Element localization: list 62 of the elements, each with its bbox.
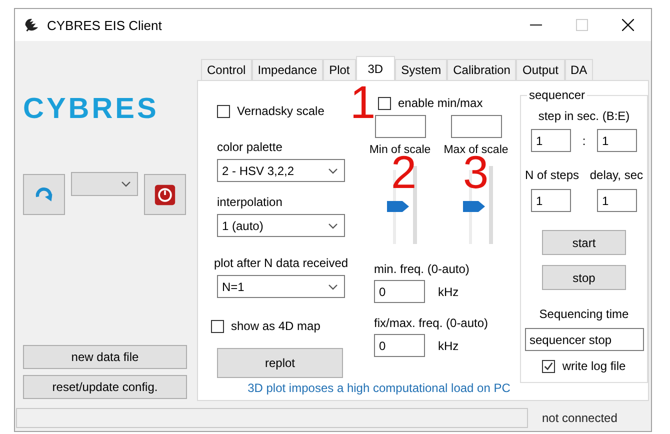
sequence-button[interactable]: stop <box>542 265 626 290</box>
annotation-number: 1 <box>350 79 376 125</box>
chevron-down-icon <box>328 168 338 174</box>
tab[interactable]: Plot <box>323 59 356 80</box>
tab[interactable]: Impedance <box>252 59 324 80</box>
tab[interactable]: Control <box>201 59 252 80</box>
tab[interactable]: Output <box>516 59 565 80</box>
checkbox-label: show as 4D map <box>231 319 320 333</box>
field-label: interpolation <box>217 195 284 209</box>
action-button[interactable]: new data file <box>23 345 187 369</box>
palette-dropdown[interactable]: 2 - HSV 3,2,2 <box>217 159 345 182</box>
chevron-down-icon <box>121 181 131 187</box>
output-field: sequencer stop <box>524 328 644 351</box>
checkbox[interactable] <box>378 96 391 110</box>
checkbox[interactable] <box>542 360 556 372</box>
checkbox-label: Vernadsky scale <box>237 104 324 118</box>
replot-button[interactable]: replot <box>217 348 343 378</box>
logo: CYBRES <box>23 93 159 126</box>
checkbox[interactable] <box>217 104 230 118</box>
separator-text: : <box>582 134 586 148</box>
window-title: CYBRES EIS Client <box>47 18 163 32</box>
power-button[interactable] <box>144 174 186 215</box>
slider-thumb[interactable] <box>463 201 485 212</box>
power-icon <box>154 184 176 206</box>
input-field[interactable]: 0 <box>374 334 425 357</box>
warning-text: 3D plot imposes a high computational load on PC <box>248 381 510 395</box>
field-label: fix/max. freq. (0-auto) <box>374 316 490 330</box>
tab[interactable]: DA <box>564 59 594 80</box>
checkbox-label: write log file <box>562 359 626 373</box>
chevron-down-icon <box>328 222 338 228</box>
field-label: Max of scale <box>444 144 508 156</box>
tab[interactable]: System <box>395 59 448 80</box>
field-label: plot after N data received <box>214 256 350 270</box>
field-label: N of steps <box>525 168 580 182</box>
input-field[interactable] <box>374 115 426 138</box>
tab[interactable]: 3D <box>356 56 396 80</box>
maximize-icon <box>576 19 588 31</box>
refresh-button[interactable] <box>23 174 65 215</box>
tab[interactable]: Calibration <box>447 59 516 80</box>
unit-label: kHz <box>438 284 459 298</box>
field-label: Min of scale <box>369 144 431 156</box>
input-field[interactable]: 1 <box>531 129 571 152</box>
checkbox[interactable] <box>211 320 224 332</box>
input-field[interactable]: 1 <box>597 129 637 152</box>
field-label: min. freq. (0-auto) <box>374 262 470 276</box>
slider-thumb[interactable] <box>387 201 409 212</box>
field-label: step in sec. (B:E) <box>538 109 630 123</box>
checkbox-label: enable min/max <box>398 96 483 110</box>
sequence-button[interactable]: start <box>542 230 626 255</box>
close-icon <box>622 19 634 31</box>
field-label: delay, sec <box>590 168 643 182</box>
input-field[interactable]: 0 <box>374 280 425 303</box>
chevron-down-icon <box>328 284 338 290</box>
input-field[interactable] <box>450 115 502 138</box>
input-field[interactable]: 1 <box>531 189 571 212</box>
status-text: not connected <box>542 411 618 425</box>
unit-label: kHz <box>438 338 459 352</box>
input-field[interactable]: 1 <box>597 189 637 212</box>
action-button[interactable]: reset/update config. <box>23 375 187 399</box>
field-label: Sequencing time <box>539 307 629 321</box>
interpolation-dropdown[interactable]: 1 (auto) <box>217 214 345 237</box>
count-dropdown[interactable]: N=1 <box>217 275 345 298</box>
